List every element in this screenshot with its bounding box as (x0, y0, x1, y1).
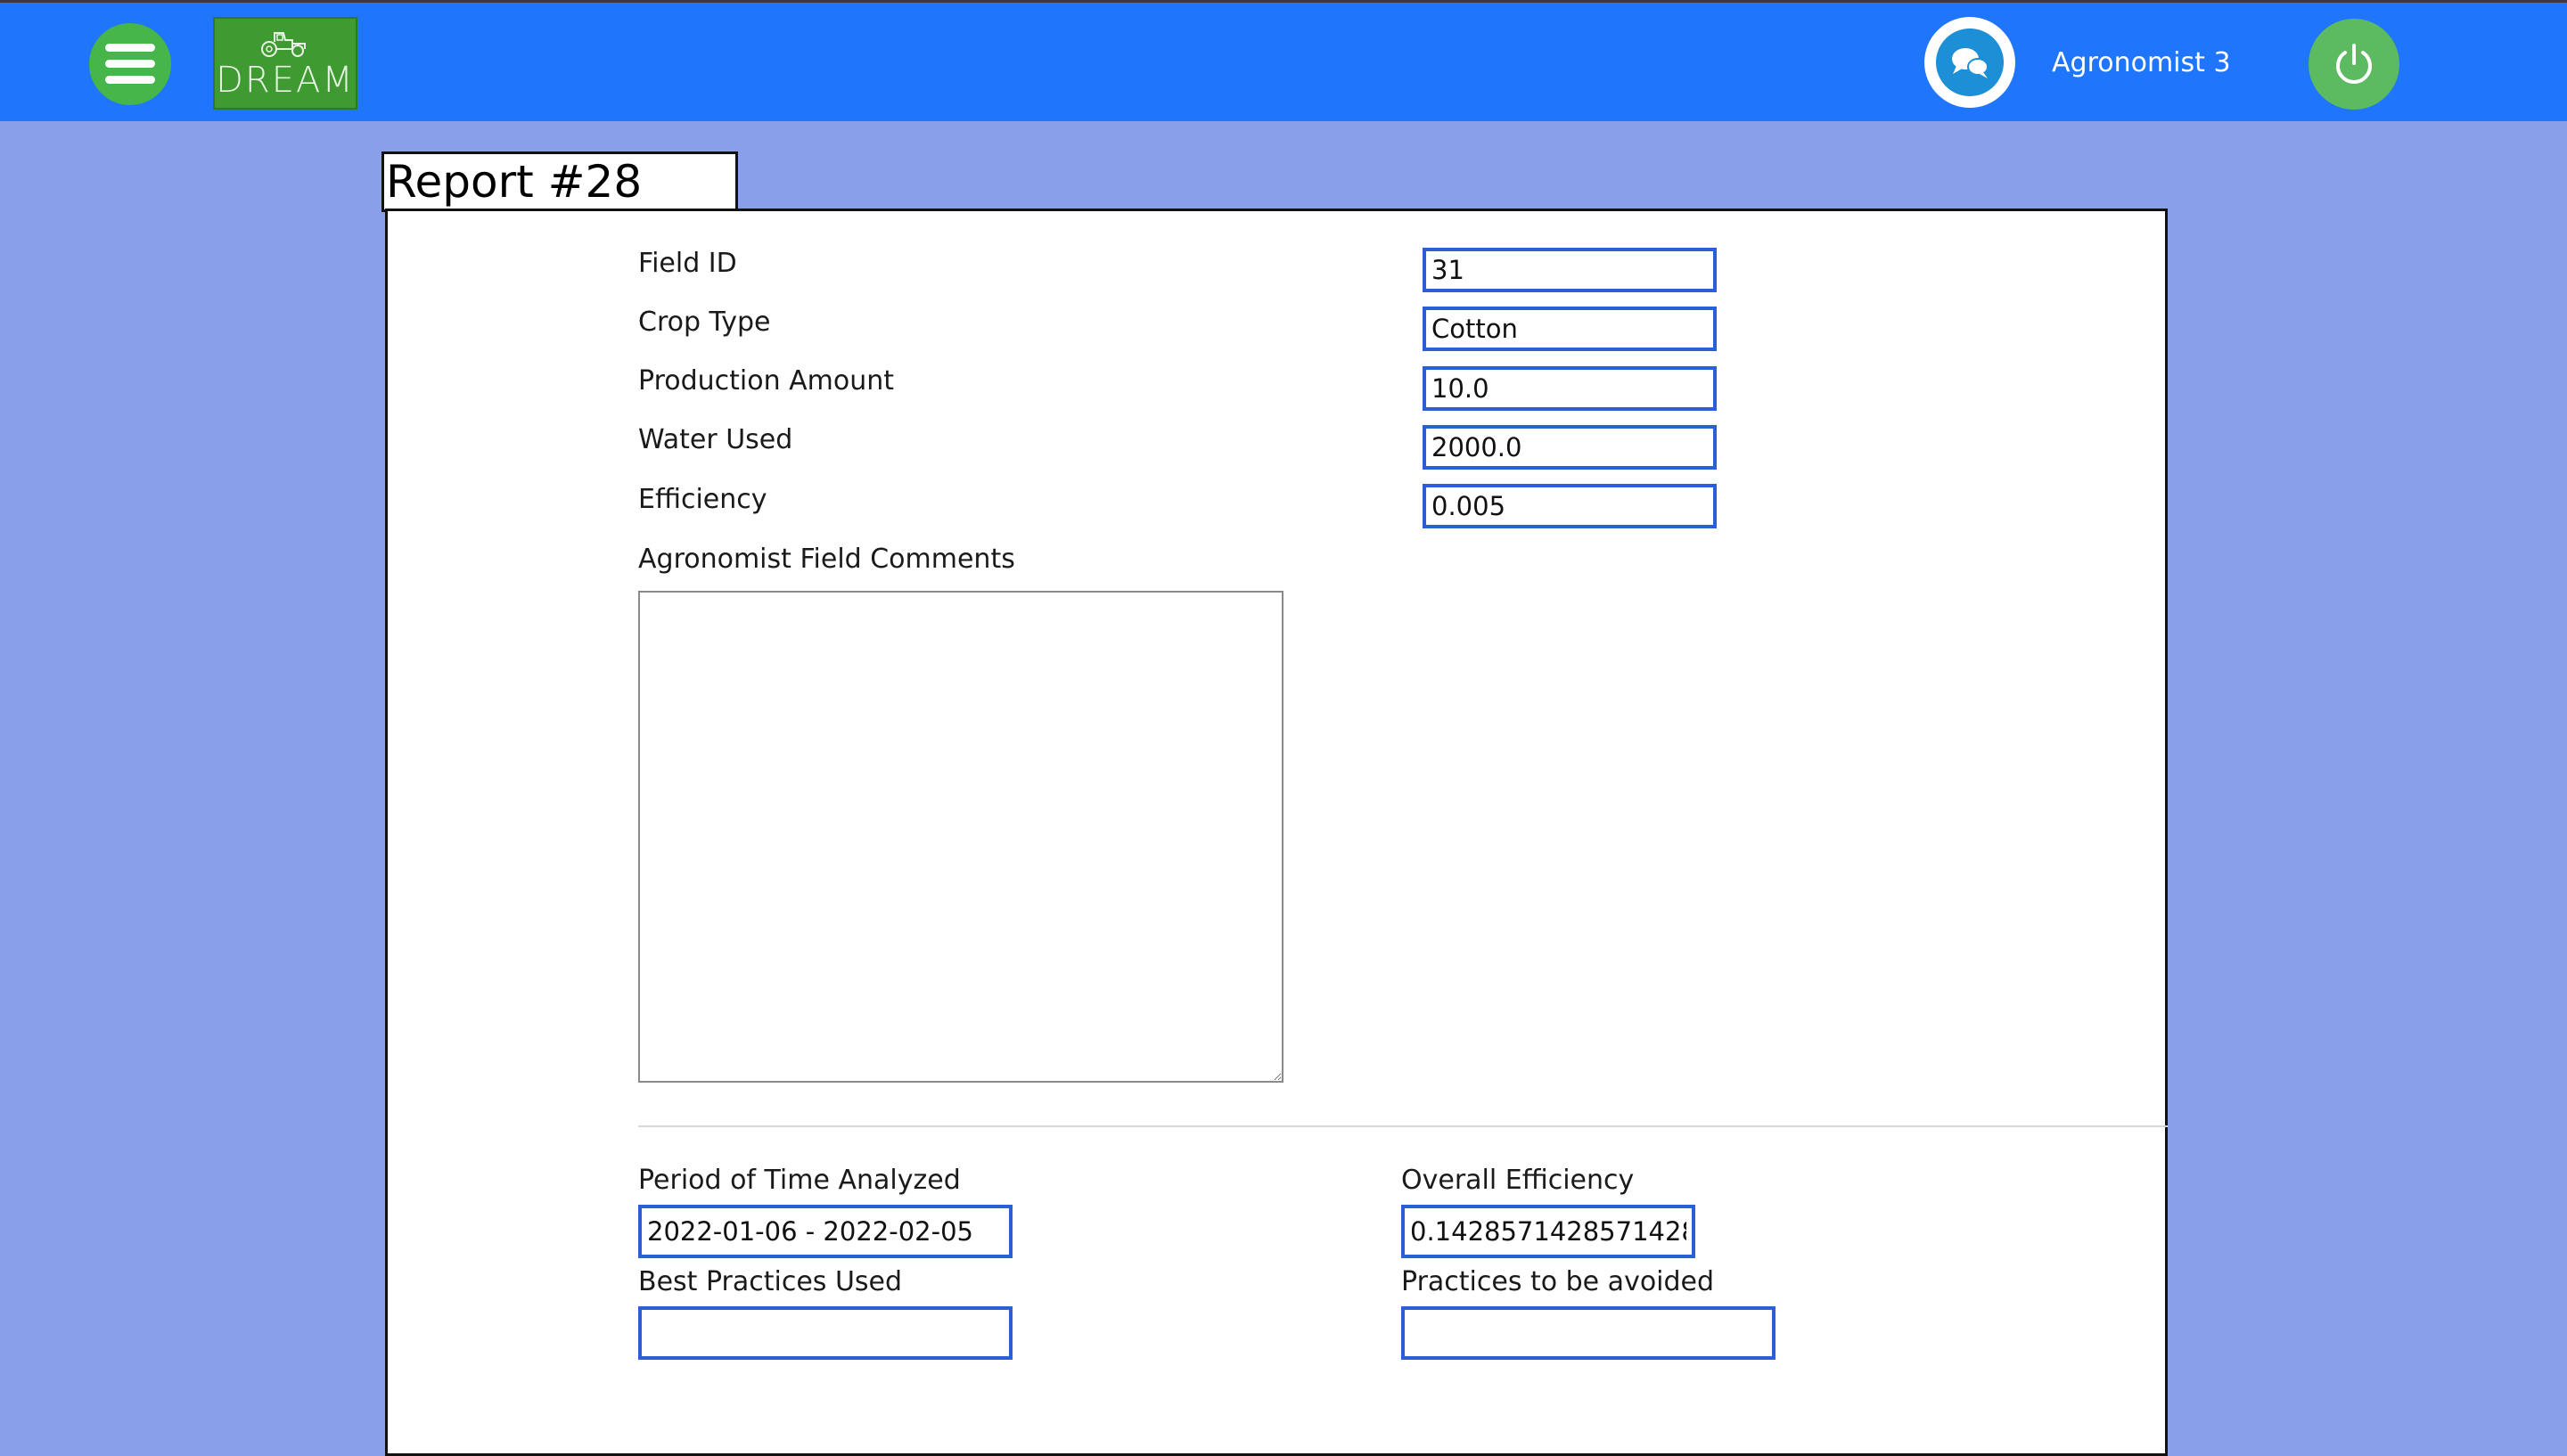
logo-tractor-icon (261, 32, 306, 57)
crop-type-input[interactable] (1423, 307, 1717, 351)
dream-logo[interactable]: DREAM (213, 17, 357, 110)
efficiency-label: Efficiency (638, 484, 767, 515)
menu-button[interactable] (89, 23, 171, 105)
efficiency-input[interactable] (1423, 484, 1717, 528)
report-title: Report #28 (381, 151, 738, 212)
best-practices-label: Best Practices Used (638, 1266, 903, 1297)
field-id-input[interactable] (1423, 248, 1717, 292)
water-used-label: Water Used (638, 424, 793, 455)
field-id-label: Field ID (638, 248, 737, 279)
chat-button[interactable] (1924, 17, 2015, 108)
logo-text: DREAM (216, 60, 355, 101)
logout-button[interactable] (2309, 19, 2399, 110)
production-amount-label: Production Amount (638, 365, 895, 397)
best-practices-input[interactable] (638, 1306, 1013, 1360)
chat-icon-background (1936, 29, 2004, 96)
menu-icon (105, 44, 155, 84)
overall-efficiency-label: Overall Efficiency (1401, 1165, 1635, 1196)
chat-icon (1952, 48, 1989, 78)
crop-type-label: Crop Type (638, 307, 771, 338)
user-name: Agronomist 3 (2052, 47, 2231, 78)
avoid-practices-label: Practices to be avoided (1401, 1266, 1715, 1297)
power-icon (2336, 44, 2372, 84)
period-input[interactable] (638, 1205, 1013, 1258)
overall-efficiency-input[interactable] (1401, 1205, 1695, 1258)
avoid-practices-input[interactable] (1401, 1306, 1776, 1360)
comments-label: Agronomist Field Comments (638, 544, 1015, 575)
period-label: Period of Time Analyzed (638, 1165, 961, 1196)
section-divider (638, 1125, 2168, 1127)
comments-textarea[interactable] (638, 591, 1284, 1083)
production-amount-input[interactable] (1423, 366, 1717, 411)
water-used-input[interactable] (1423, 425, 1717, 470)
top-bar: DREAM Agronomist 3 (0, 0, 2567, 121)
